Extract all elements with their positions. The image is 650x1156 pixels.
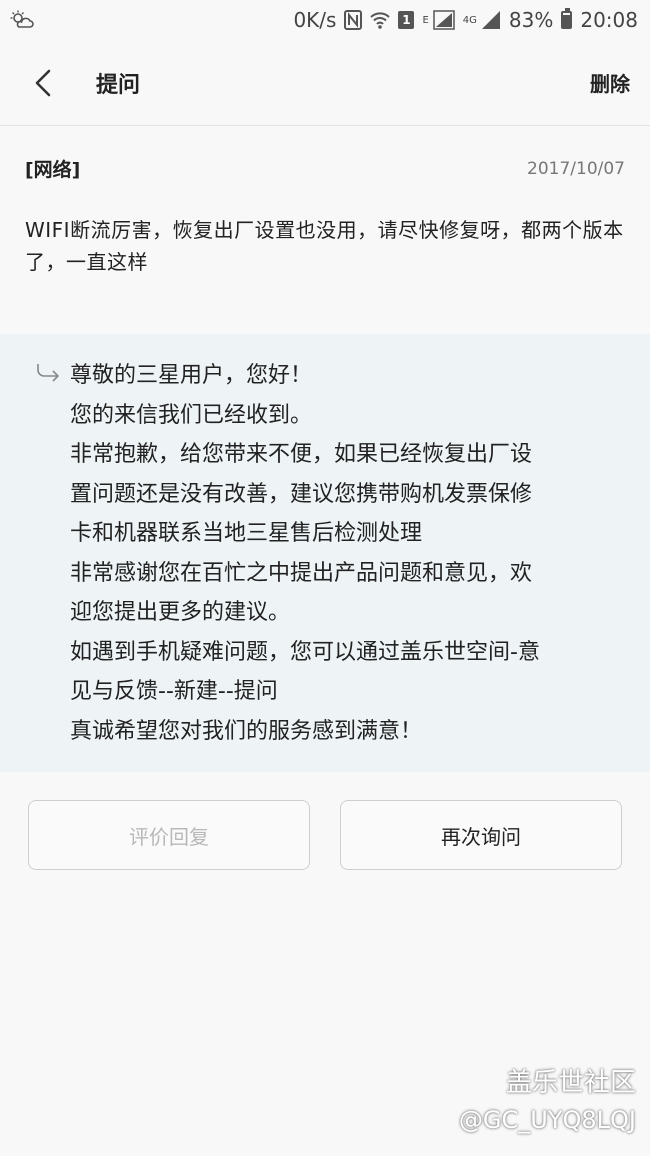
- back-arrow-icon: [35, 69, 51, 96]
- page-title: 提问: [96, 72, 141, 98]
- delete-button[interactable]: 删除: [590, 68, 630, 97]
- signal-icon-1: [433, 10, 455, 30]
- weather-icon: [10, 10, 34, 30]
- action-buttons: 评价回复 再次询问: [28, 800, 622, 870]
- network-speed: 0K/s: [293, 8, 337, 32]
- reply-line: 见与反馈--新建--提问: [70, 679, 278, 704]
- reply-arrow-icon: [36, 356, 70, 772]
- signal-icon-2: [481, 10, 501, 30]
- reply-line: 您的来信我们已经收到。: [70, 402, 313, 428]
- sim-1-badge: 1: [398, 11, 415, 29]
- reply-line: 如遇到手机疑难问题，您可以通过盖乐世空间-意: [70, 639, 540, 665]
- app-header: 提问 删除: [0, 40, 650, 126]
- watermark-user: @GC_UYQ8LQJ: [458, 1106, 636, 1134]
- nfc-icon: [344, 10, 363, 30]
- battery-icon: [561, 8, 573, 29]
- watermark-community: 盖乐世社区: [505, 1068, 636, 1098]
- reply-text: 尊敬的三星用户，您好！ 您的来信我们已经收到。 非常抱歉，给您带来不便，如果已经…: [70, 356, 620, 772]
- reply-line: 卡和机器联系当地三星售后检测处理: [70, 521, 423, 546]
- question-category: [网络]: [25, 159, 81, 181]
- question-text: WIFI断流厉害，恢复出厂设置也没用，请尽快修复呀，都两个版本了，一直这样: [25, 218, 624, 274]
- reply-line: 尊敬的三星用户，您好！: [70, 363, 313, 388]
- ask-again-button[interactable]: 再次询问: [340, 800, 622, 870]
- question-date: 2017/10/07: [527, 158, 625, 179]
- reply-line: 置问题还是没有改善，建议您携带购机发票保修: [70, 481, 533, 507]
- reply-section: 尊敬的三星用户，您好！ 您的来信我们已经收到。 非常抱歉，给您带来不便，如果已经…: [0, 334, 650, 772]
- reply-line: 真诚希望您对我们的服务感到满意！: [70, 718, 423, 744]
- network-type-4g: 4G: [462, 14, 477, 26]
- network-type-e: E: [422, 14, 429, 26]
- clock: 20:08: [580, 8, 638, 32]
- back-button[interactable]: [0, 40, 86, 126]
- status-bar: 0K/s 1 E 4G 83% 20:08: [0, 0, 650, 40]
- reply-line: 非常感谢您在百忙之中提出产品问题和意见，欢: [70, 560, 533, 586]
- wifi-icon: [370, 10, 391, 30]
- reply-line: 非常抱歉，给您带来不便，如果已经恢复出厂设: [70, 442, 533, 467]
- question-section: [网络] 2017/10/07 WIFI断流厉害，恢复出厂设置也没用，请尽快修复…: [0, 127, 650, 333]
- reply-line: 迎您提出更多的建议。: [70, 600, 291, 625]
- watermark: 盖乐世社区 @GC_UYQ8LQJ: [459, 1066, 636, 1140]
- battery-percent: 83%: [508, 8, 554, 32]
- rate-reply-button[interactable]: 评价回复: [28, 800, 310, 870]
